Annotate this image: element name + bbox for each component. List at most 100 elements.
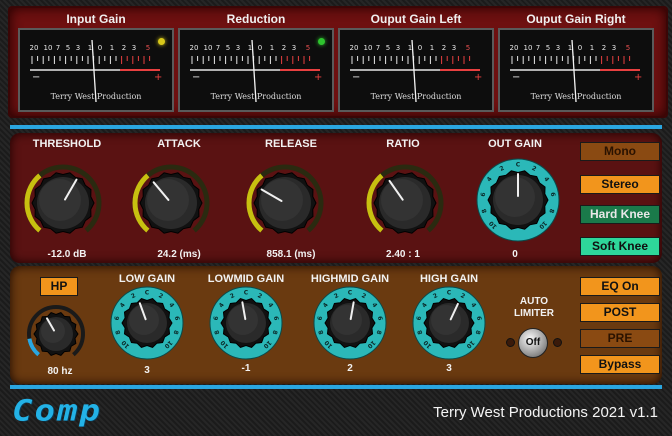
post-button[interactable]: POST	[580, 303, 660, 322]
vu-scale-label: 20	[350, 44, 359, 52]
auto-limiter-button[interactable]: Off	[518, 328, 548, 358]
lowmid-gain-knob[interactable]: 108642 C 246810	[207, 284, 285, 362]
vu-minus: −	[32, 72, 40, 83]
out-gain-label: OUT GAIN	[488, 138, 542, 150]
vu-scale-label: 3	[292, 44, 296, 52]
knob-body	[33, 311, 79, 357]
ratio-label: RATIO	[386, 138, 420, 150]
meter-led	[158, 38, 165, 45]
vu-minus: −	[192, 72, 200, 83]
highmid-gain-knob[interactable]: 108642 C 246810	[311, 284, 389, 362]
vu-scale-label: 5	[466, 44, 470, 52]
vu-scale-label: 3	[132, 44, 136, 52]
vu-scale-label: 0	[418, 44, 422, 52]
knob-body	[373, 172, 437, 234]
vu-meter-output-left: 20 10 7 5 3 1 0 1 2 3 5− + Terry West Production	[338, 28, 494, 112]
vu-scale-label: 10	[364, 44, 373, 52]
vu-scale-label: 3	[612, 44, 616, 52]
vu-meter-output-right: 20 10 7 5 3 1 0 1 2 3 5− + Terry West Production	[498, 28, 654, 112]
vu-scale-label: 5	[546, 44, 550, 52]
vu-scale-label: 20	[30, 44, 39, 52]
vu-scale-label: 10	[524, 44, 533, 52]
vu-scale-label: 2	[282, 44, 286, 52]
vu-scale-label: 10	[204, 44, 213, 52]
vu-scale-label: 5	[226, 44, 230, 52]
vu-scale-label: 0	[258, 44, 262, 52]
attack-knob[interactable]	[130, 162, 212, 244]
vu-scale-label: 1	[408, 44, 412, 52]
pre-button[interactable]: PRE	[580, 329, 660, 348]
vu-scale-label: 3	[396, 44, 400, 52]
vu-scale-label: 0	[98, 44, 102, 52]
meter-brand: Terry West Production	[370, 92, 462, 101]
vu-minus: −	[512, 72, 520, 83]
high-gain-knob[interactable]: 108642 C 246810	[410, 284, 488, 362]
footer-credit: Terry West Productions 2021 v1.1	[433, 404, 658, 421]
knob-scale-label: C	[447, 290, 452, 297]
knob-body	[253, 172, 317, 234]
vu-scale-label: 3	[236, 44, 240, 52]
bypass-button[interactable]: Bypass	[580, 355, 660, 374]
compressor-panel	[10, 133, 662, 263]
hp-button[interactable]: HP	[40, 277, 78, 296]
vu-scale-label: 5	[66, 44, 70, 52]
soft-knee-button[interactable]: Soft Knee	[580, 237, 660, 256]
vu-scale-label: 5	[306, 44, 310, 52]
stereo-button[interactable]: Stereo	[580, 175, 660, 194]
attack-value: 24.2 (ms)	[157, 249, 201, 260]
vu-scale-label: 20	[510, 44, 519, 52]
vu-scale-label: 0	[578, 44, 582, 52]
vu-scale-label: 3	[556, 44, 560, 52]
limiter-led-right	[553, 338, 562, 347]
threshold-value: -12.0 dB	[47, 249, 87, 260]
threshold-label: THRESHOLD	[32, 138, 102, 150]
highmid-gain-value: 2	[347, 363, 353, 374]
meter-brand: Terry West Production	[210, 92, 302, 101]
vu-scale-label: 1	[88, 44, 92, 52]
ratio-value: 2.40 : 1	[386, 249, 420, 260]
out-gain-value: 0	[512, 249, 518, 260]
meter-brand: Terry West Production	[50, 92, 142, 101]
hp-frequency-knob[interactable]	[24, 302, 88, 366]
attack-label: ATTACK	[157, 138, 201, 150]
high-gain-value: 3	[446, 363, 452, 374]
vu-scale-label: 2	[442, 44, 446, 52]
vu-scale-label: 1	[430, 44, 434, 52]
vu-scale-label: 7	[536, 44, 540, 52]
vu-scale-label: 1	[110, 44, 114, 52]
mono-button[interactable]: Mono	[580, 142, 660, 161]
meter-title-output-right: Ouput Gain Right	[526, 12, 626, 26]
knob-scale-label: C	[145, 290, 150, 297]
out-gain-knob[interactable]: 108642 C 246810	[474, 156, 562, 244]
vu-scale-label: 1	[270, 44, 274, 52]
lowmid-gain-value: -1	[241, 363, 251, 374]
vu-meter-reduction: 20 10 7 5 3 1 0 1 2 3 5− + Terry West Production	[178, 28, 334, 112]
eq-on-button[interactable]: EQ On	[580, 277, 660, 296]
knob-body	[31, 172, 95, 234]
knob-scale-label: C	[516, 162, 521, 169]
vu-meter-input-gain: 20 10 7 5 3 1 0 1 2 3 5− + Terry West Production	[18, 28, 174, 112]
vu-scale-label: 1	[568, 44, 572, 52]
vu-plus: +	[474, 72, 482, 83]
vu-scale-label: 1	[590, 44, 594, 52]
auto-limiter-label: AUTO LIMITER	[514, 296, 554, 319]
vu-scale-label: 5	[626, 44, 630, 52]
hard-knee-button[interactable]: Hard Knee	[580, 205, 660, 224]
comp-logo: Comp	[12, 394, 102, 428]
divider-stripe	[10, 125, 662, 129]
meter-brand: Terry West Production	[530, 92, 622, 101]
low-gain-knob[interactable]: 108642 C 246810	[108, 284, 186, 362]
release-label: RELEASE	[265, 138, 317, 150]
vu-scale-label: 7	[56, 44, 60, 52]
release-knob[interactable]	[244, 162, 326, 244]
vu-plus: +	[634, 72, 642, 83]
meter-led	[318, 38, 325, 45]
vu-plus: +	[154, 72, 162, 83]
ratio-knob[interactable]	[364, 162, 446, 244]
threshold-knob[interactable]	[22, 162, 104, 244]
vu-scale-label: 2	[122, 44, 126, 52]
knob-body	[139, 172, 203, 234]
release-value: 858.1 (ms)	[266, 249, 316, 260]
vu-scale-label: 7	[216, 44, 220, 52]
divider-stripe-bottom	[10, 385, 662, 389]
